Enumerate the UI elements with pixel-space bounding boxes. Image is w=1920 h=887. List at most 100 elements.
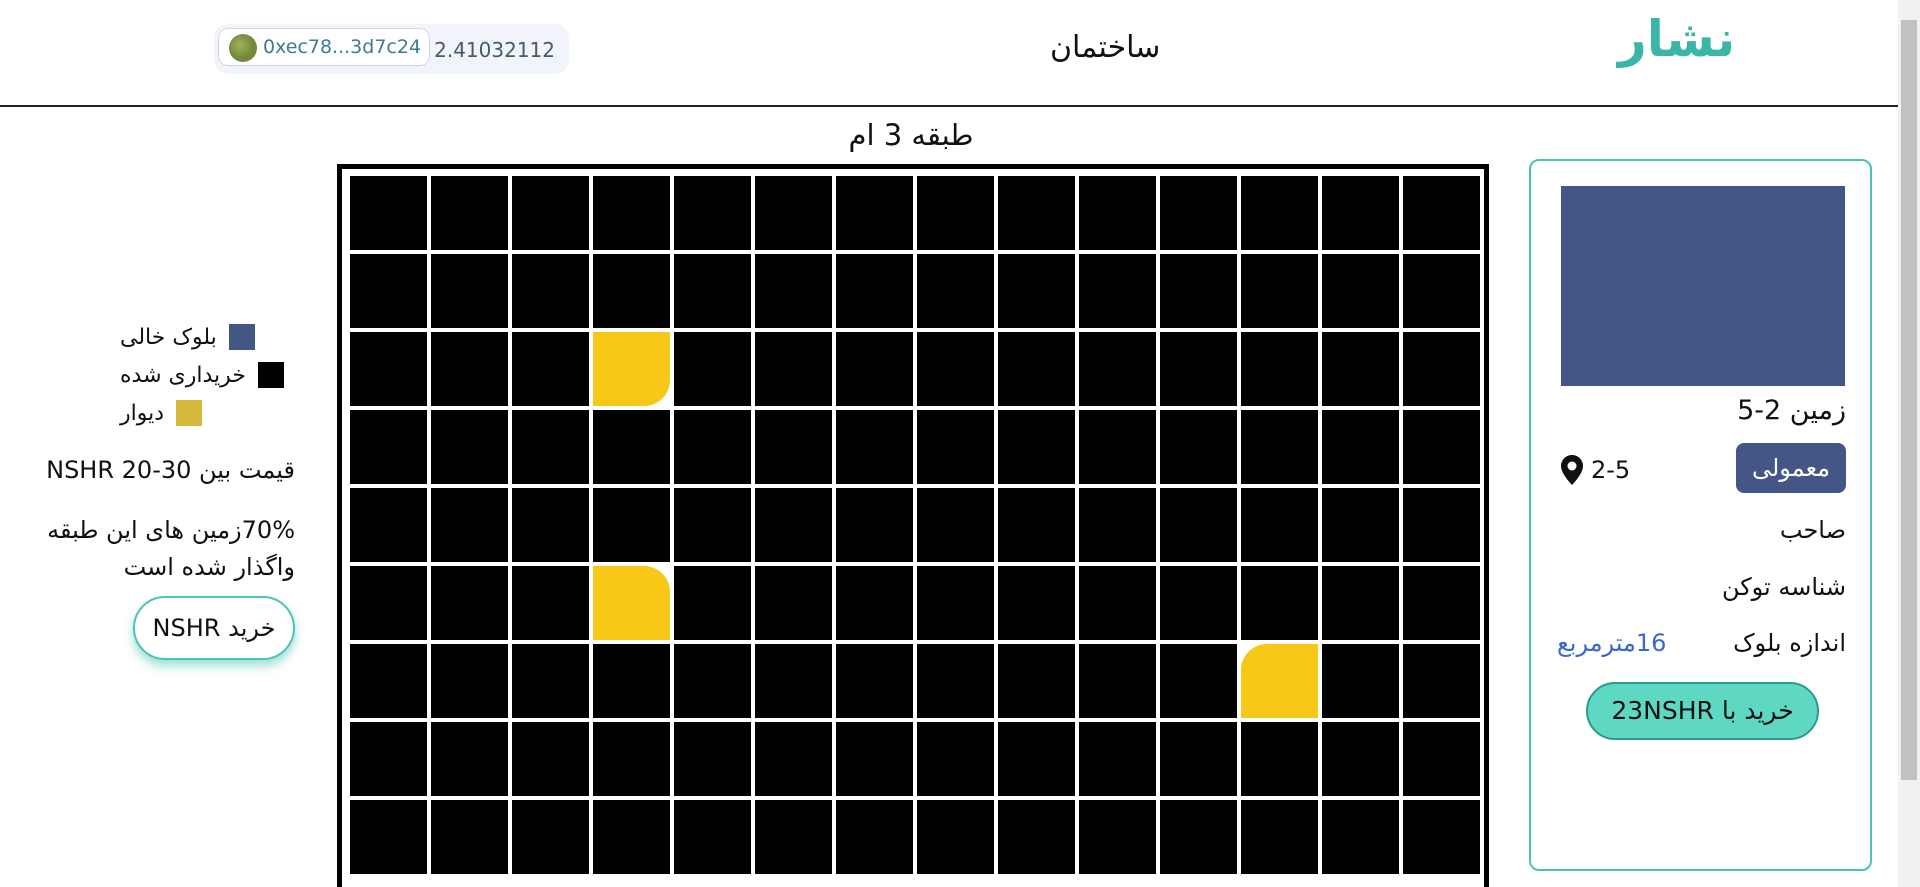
grid-cell[interactable]	[1403, 176, 1480, 250]
grid-cell[interactable]	[1322, 332, 1399, 406]
grid-cell[interactable]	[755, 254, 832, 328]
buy-nshr-button[interactable]: خرید NSHR	[133, 596, 295, 660]
grid-cell[interactable]	[512, 410, 589, 484]
grid-cell[interactable]	[593, 800, 670, 874]
grid-cell[interactable]	[1322, 410, 1399, 484]
grid-cell[interactable]	[512, 644, 589, 718]
grid-cell[interactable]	[1403, 410, 1480, 484]
wallet-address-button[interactable]: 0xec78...3d7c24	[218, 28, 430, 66]
grid-cell[interactable]	[1322, 488, 1399, 562]
grid-cell-wall[interactable]	[593, 332, 670, 406]
grid-cell[interactable]	[431, 332, 508, 406]
grid-cell[interactable]	[593, 722, 670, 796]
grid-cell[interactable]	[998, 254, 1075, 328]
grid-cell[interactable]	[998, 800, 1075, 874]
grid-cell[interactable]	[512, 254, 589, 328]
grid-cell[interactable]	[431, 254, 508, 328]
grid-cell[interactable]	[1403, 254, 1480, 328]
grid-cell[interactable]	[1403, 800, 1480, 874]
grid-cell[interactable]	[431, 800, 508, 874]
grid-cell[interactable]	[1079, 644, 1156, 718]
grid-cell[interactable]	[1403, 332, 1480, 406]
grid-cell[interactable]	[1160, 488, 1237, 562]
grid-cell[interactable]	[998, 566, 1075, 640]
grid-cell-wall[interactable]	[1241, 644, 1318, 718]
grid-cell[interactable]	[350, 332, 427, 406]
grid-cell[interactable]	[1241, 410, 1318, 484]
grid-cell[interactable]	[593, 176, 670, 250]
grid-cell[interactable]	[1079, 410, 1156, 484]
grid-cell[interactable]	[350, 176, 427, 250]
grid-cell[interactable]	[755, 332, 832, 406]
grid-cell[interactable]	[1322, 566, 1399, 640]
grid-cell[interactable]	[1322, 254, 1399, 328]
grid-cell[interactable]	[1160, 566, 1237, 640]
grid-cell[interactable]	[431, 488, 508, 562]
buy-land-button[interactable]: خرید با 23NSHR	[1586, 682, 1819, 740]
grid-cell[interactable]	[1079, 332, 1156, 406]
grid-cell[interactable]	[1403, 644, 1480, 718]
grid-cell[interactable]	[674, 800, 751, 874]
grid-cell[interactable]	[1241, 332, 1318, 406]
grid-cell[interactable]	[1403, 722, 1480, 796]
grid-cell[interactable]	[998, 722, 1075, 796]
grid-cell[interactable]	[917, 254, 994, 328]
grid-cell[interactable]	[1241, 176, 1318, 250]
grid-cell[interactable]	[917, 800, 994, 874]
grid-cell[interactable]	[998, 332, 1075, 406]
grid-cell[interactable]	[1160, 800, 1237, 874]
grid-cell[interactable]	[512, 722, 589, 796]
app-logo[interactable]: نشار	[1618, 10, 1735, 68]
grid-cell[interactable]	[350, 410, 427, 484]
grid-cell[interactable]	[593, 254, 670, 328]
grid-cell[interactable]	[836, 176, 913, 250]
grid-cell[interactable]	[1079, 488, 1156, 562]
grid-cell[interactable]	[1160, 410, 1237, 484]
grid-cell[interactable]	[755, 644, 832, 718]
grid-cell[interactable]	[755, 800, 832, 874]
grid-cell[interactable]	[917, 644, 994, 718]
grid-cell[interactable]	[755, 488, 832, 562]
grid-cell[interactable]	[755, 410, 832, 484]
grid-cell[interactable]	[1322, 176, 1399, 250]
grid-cell[interactable]	[1403, 566, 1480, 640]
grid-cell[interactable]	[1241, 254, 1318, 328]
grid-cell[interactable]	[512, 488, 589, 562]
grid-cell[interactable]	[350, 800, 427, 874]
grid-cell[interactable]	[917, 566, 994, 640]
grid-cell[interactable]	[431, 566, 508, 640]
grid-cell[interactable]	[1079, 722, 1156, 796]
grid-cell[interactable]	[350, 566, 427, 640]
grid-cell[interactable]	[917, 176, 994, 250]
grid-cell[interactable]	[1160, 332, 1237, 406]
grid-cell[interactable]	[674, 566, 751, 640]
grid-cell-wall[interactable]	[593, 566, 670, 640]
grid-cell[interactable]	[836, 800, 913, 874]
grid-cell[interactable]	[998, 488, 1075, 562]
grid-cell[interactable]	[1079, 800, 1156, 874]
grid-cell[interactable]	[350, 488, 427, 562]
grid-cell[interactable]	[350, 722, 427, 796]
grid-cell[interactable]	[674, 644, 751, 718]
grid-cell[interactable]	[836, 722, 913, 796]
grid-cell[interactable]	[755, 566, 832, 640]
grid-cell[interactable]	[674, 176, 751, 250]
grid-cell[interactable]	[1160, 722, 1237, 796]
grid-cell[interactable]	[593, 410, 670, 484]
wallet-widget[interactable]: 2.41032112 0xec78...3d7c24	[214, 24, 569, 74]
grid-cell[interactable]	[755, 722, 832, 796]
grid-cell[interactable]	[1160, 644, 1237, 718]
grid-cell[interactable]	[674, 254, 751, 328]
grid-cell[interactable]	[674, 488, 751, 562]
grid-cell[interactable]	[1079, 254, 1156, 328]
grid-cell[interactable]	[512, 800, 589, 874]
grid-cell[interactable]	[674, 332, 751, 406]
grid-cell[interactable]	[917, 410, 994, 484]
grid-cell[interactable]	[917, 488, 994, 562]
grid-cell[interactable]	[1241, 800, 1318, 874]
grid-cell[interactable]	[350, 644, 427, 718]
grid-cell[interactable]	[998, 644, 1075, 718]
grid-cell[interactable]	[431, 722, 508, 796]
grid-cell[interactable]	[836, 254, 913, 328]
grid-cell[interactable]	[431, 176, 508, 250]
